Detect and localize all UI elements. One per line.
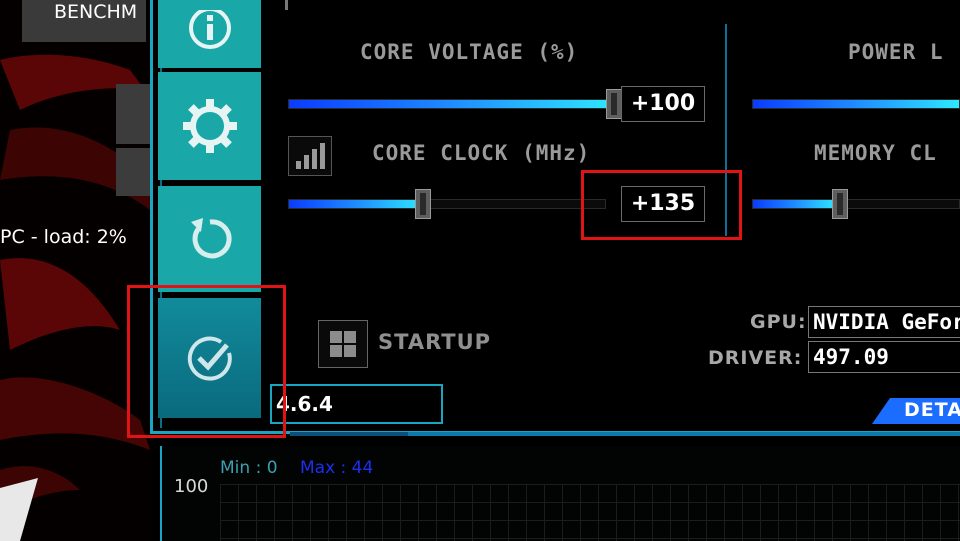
load-status-text: PC - load: 2% — [0, 226, 127, 248]
curve-editor-button[interactable] — [288, 136, 332, 176]
startup-label: STARTUP — [378, 330, 492, 354]
reset-icon — [190, 218, 232, 259]
bar-chart-icon — [296, 143, 325, 169]
memory-clock-label: MEMORY CL — [814, 141, 937, 165]
core-voltage-slider-track[interactable] — [288, 99, 615, 109]
gpu-value: NVIDIA GeFor — [808, 306, 960, 338]
details-button[interactable]: DETA — [872, 398, 960, 424]
core-voltage-slider-thumb[interactable] — [606, 89, 622, 119]
core-clock-slider-track[interactable] — [288, 199, 606, 209]
reset-button[interactable] — [158, 186, 261, 292]
core-voltage-slider-fill — [289, 100, 615, 108]
core-voltage-label: CORE VOLTAGE (%) — [360, 40, 579, 64]
graph-grid — [220, 484, 960, 541]
highlight-apply-button — [127, 285, 286, 438]
side-scroll-block-bottom — [116, 148, 150, 196]
gear-icon — [182, 99, 237, 153]
details-button-label: DETA — [904, 399, 960, 421]
background-wallpaper — [0, 0, 152, 541]
highlight-core-clock-value — [581, 170, 742, 240]
core-clock-slider-thumb[interactable] — [415, 189, 431, 219]
side-scroll-block-top — [116, 84, 150, 144]
memory-clock-slider-fill — [753, 200, 837, 208]
memory-clock-slider-thumb[interactable] — [832, 189, 848, 219]
core-voltage-value[interactable]: +100 — [621, 86, 705, 122]
info-icon — [188, 10, 231, 49]
benchmark-tab[interactable]: BENCHM — [22, 0, 146, 42]
gpu-label: GPU: — [750, 311, 807, 333]
power-limit-label: POWER L — [848, 40, 944, 64]
driver-label: DRIVER: — [708, 347, 803, 369]
benchmark-tab-label: BENCHM — [54, 1, 138, 23]
graph-max-label: Max : 44 — [300, 458, 374, 478]
core-clock-slider-fill — [289, 200, 424, 208]
startup-toggle[interactable] — [318, 320, 368, 368]
power-limit-slider-fill — [753, 100, 959, 108]
settings-button[interactable] — [158, 72, 261, 180]
power-limit-slider-track[interactable] — [752, 99, 960, 109]
memory-clock-slider-track[interactable] — [752, 199, 960, 209]
graph-min-label: Min : 0 — [220, 458, 278, 478]
dragon-art-icon — [0, 54, 150, 541]
bottom-bar-line-bright — [408, 432, 960, 436]
info-button[interactable] — [158, 0, 261, 68]
top-divider-left — [285, 0, 288, 10]
monitor-graph: Min : 0 Max : 44 100 — [160, 446, 960, 541]
driver-value: 497.09 — [808, 341, 960, 373]
core-clock-label: CORE CLOCK (MHz) — [372, 141, 591, 165]
graph-y-label: 100 — [174, 476, 209, 497]
version-box: 4.6.4 — [270, 384, 443, 424]
windows-icon — [330, 331, 356, 357]
